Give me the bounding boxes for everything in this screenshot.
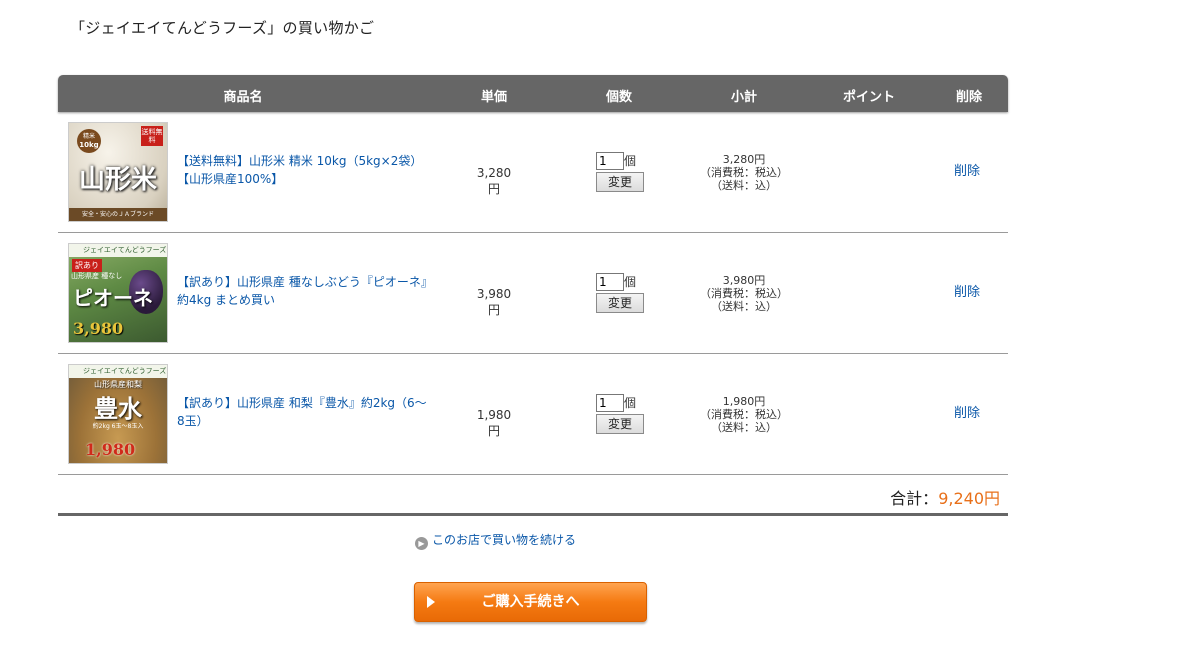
change-quantity-button[interactable]: 変更 — [596, 292, 644, 313]
delete-item-link[interactable]: 削除 — [954, 402, 980, 421]
quantity-control: 個 変更 — [596, 392, 656, 434]
quantity-control: 個 変更 — [596, 150, 656, 192]
change-quantity-button[interactable]: 変更 — [596, 413, 644, 434]
subtotal-cell: 1,980円 （消費税：税込） （送料：込） — [686, 395, 802, 434]
cart-item-row: ジェイエイてんどうフーズ 訳あり 山形県産 種なし ピオーネ 3,980 【訳あ… — [58, 233, 1008, 354]
rice-weight-badge: 精米 10kg — [77, 129, 101, 153]
header-subtotal: 小計 — [730, 90, 758, 105]
cart-table: 商品名 単価 個数 小計 ポイント 削除 精米 10kg 送料無料 山形米 安全… — [58, 75, 1008, 516]
subtotal-shipping-note: （送料：込） — [711, 300, 777, 313]
subtotal-amount: 1,980円 — [722, 395, 766, 408]
cart-item-row: ジェイエイてんどうフーズ 山形県産和梨 豊水 約2kg 6玉〜8玉入 1,980… — [58, 354, 1008, 475]
subtotal-tax-note: （消費税：税込） — [700, 166, 788, 179]
subtotal-tax-note: （消費税：税込） — [700, 287, 788, 300]
total-label: 合計： — [890, 489, 939, 508]
unit-price: 1,980円 — [476, 408, 512, 438]
product-name-link[interactable]: 【訳あり】山形県産 種なしぶどう『ピオーネ』約4kg まとめ買い — [177, 273, 427, 309]
qty-unit-label: 個 — [624, 154, 637, 168]
product-thumbnail-rice[interactable]: 精米 10kg 送料無料 山形米 安全・安心のＪＡブランド — [68, 122, 168, 222]
cart-item-row: 精米 10kg 送料無料 山形米 安全・安心のＪＡブランド 【送料無料】山形米 … — [58, 112, 1008, 233]
rice-main-text: 山形米 — [78, 165, 157, 195]
subtotal-shipping-note: （送料：込） — [711, 421, 777, 434]
quantity-control: 個 変更 — [596, 271, 656, 313]
circle-arrow-icon: ▶ — [415, 537, 428, 550]
grape-main-text: ピオーネ — [73, 286, 153, 310]
product-thumbnail-grape[interactable]: ジェイエイてんどうフーズ 訳あり 山形県産 種なし ピオーネ 3,980 — [68, 243, 168, 343]
header-delete: 削除 — [955, 90, 983, 105]
subtotal-cell: 3,980円 （消費税：税込） （送料：込） — [686, 274, 802, 313]
play-arrow-icon — [427, 596, 435, 608]
free-shipping-badge: 送料無料 — [141, 126, 163, 146]
product-name-link[interactable]: 【送料無料】山形米 精米 10kg（5kg×2袋）【山形県産100%】 — [177, 152, 427, 188]
rice-footer-text: 安全・安心のＪＡブランド — [69, 208, 167, 221]
brand-label: ジェイエイてんどうフーズ — [69, 365, 167, 378]
grape-price-text: 3,980 — [73, 319, 124, 338]
pear-main-text: 豊水 — [94, 394, 142, 423]
quantity-input[interactable] — [596, 393, 624, 412]
subtotal-shipping-note: （送料：込） — [711, 179, 777, 192]
rice-tag-text: 精米 — [82, 133, 95, 140]
header-price: 単価 — [480, 90, 508, 105]
qty-unit-label: 個 — [624, 396, 637, 410]
header-points: ポイント — [842, 90, 896, 105]
checkout-button-label: ご購入手続きへ — [481, 594, 580, 610]
rice-weight-text: 10kg — [79, 141, 99, 149]
quantity-input[interactable] — [596, 151, 624, 170]
total-display: 合計：9,240円 — [890, 485, 1000, 509]
product-thumbnail-pear[interactable]: ジェイエイてんどうフーズ 山形県産和梨 豊水 約2kg 6玉〜8玉入 1,980 — [68, 364, 168, 464]
unit-price: 3,280円 — [476, 166, 512, 196]
header-name: 商品名 — [223, 90, 263, 105]
subtotal-tax-note: （消費税：税込） — [700, 408, 788, 421]
brand-label: ジェイエイてんどうフーズ — [69, 244, 167, 257]
table-header: 商品名 単価 個数 小計 ポイント 削除 — [58, 75, 1008, 112]
total-row: 合計：9,240円 — [58, 475, 1008, 516]
quantity-input[interactable] — [596, 272, 624, 291]
change-quantity-button[interactable]: 変更 — [596, 171, 644, 192]
subtotal-amount: 3,280円 — [722, 153, 766, 166]
grape-sub-text: 山形県産 種なし — [71, 272, 123, 280]
subtotal-cell: 3,280円 （消費税：税込） （送料：込） — [686, 153, 802, 192]
delete-item-link[interactable]: 削除 — [954, 281, 980, 300]
continue-shopping-link[interactable]: ▶ このお店で買い物を続ける — [415, 531, 576, 550]
continue-shopping-text: このお店で買い物を続ける — [432, 533, 577, 547]
product-name-link[interactable]: 【訳あり】山形県産 和梨『豊水』約2kg（6〜8玉） — [177, 394, 427, 430]
total-amount: 9,240円 — [938, 489, 1000, 508]
delete-item-link[interactable]: 削除 — [954, 160, 980, 179]
checkout-button[interactable]: ご購入手続きへ — [414, 582, 647, 622]
page-title: 「ジェイエイてんどうフーズ」の買い物かご — [70, 19, 375, 37]
header-qty: 個数 — [605, 90, 633, 105]
subtotal-amount: 3,980円 — [722, 274, 766, 287]
pear-price-text: 1,980 — [85, 440, 136, 459]
unit-price: 3,980円 — [476, 287, 512, 317]
qty-unit-label: 個 — [624, 275, 637, 289]
pear-detail-text: 約2kg 6玉〜8玉入 — [92, 423, 144, 430]
